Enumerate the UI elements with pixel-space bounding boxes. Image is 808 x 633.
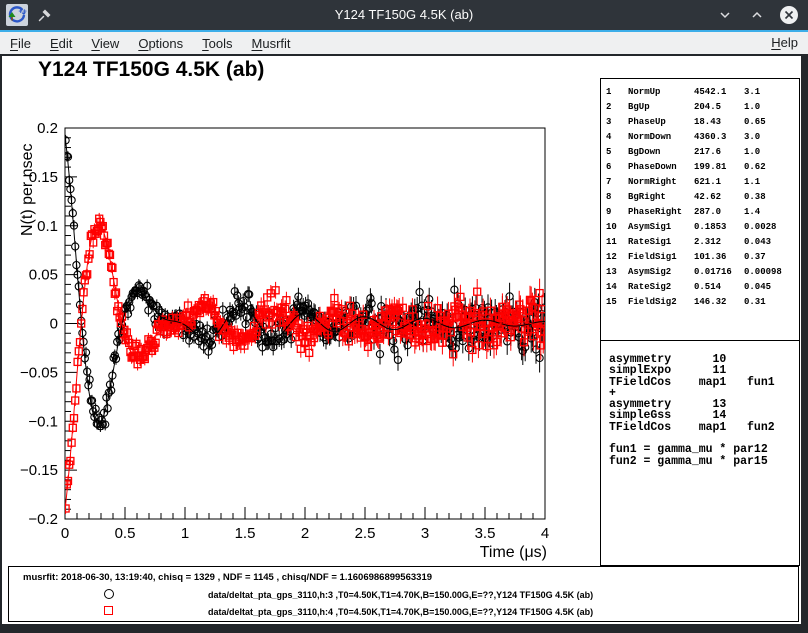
parameter-rows: 1NormUp4542.13.12BgUp204.51.03PhaseUp18.… [606,84,799,310]
param-row-FieldSig2: 15FieldSig2146.320.31 [606,295,799,310]
menu-item-edit[interactable]: Edit [50,36,72,51]
svg-text:3.5: 3.5 [475,525,496,542]
window-title: Y124 TF150G 4.5K (ab) [0,0,808,30]
menu-item-options[interactable]: Options [138,36,183,51]
musrfit-window: ++ Y124 TF150G 4.5K (ab) [0,0,808,633]
svg-text:2: 2 [301,525,309,542]
param-row-NormUp: 1NormUp4542.13.1 [606,84,799,99]
svg-text:1.5: 1.5 [235,525,256,542]
param-row-RateSig1: 11RateSig12.3120.043 [606,234,799,249]
menu-items: File Edit View Options Tools Musrfit [10,36,291,51]
menu-item-view[interactable]: View [91,36,119,51]
menu-item-file[interactable]: File [10,36,31,51]
param-row-PhaseDown: 6PhaseDown199.810.62 [606,159,799,174]
param-row-AsymSig1: 10AsymSig10.18530.0028 [606,219,799,234]
open-circle-marker-icon [104,589,114,599]
maximize-button[interactable] [746,4,768,26]
svg-text:2.5: 2.5 [355,525,376,542]
param-row-FieldSig1: 12FieldSig1101.360.37 [606,250,799,265]
theory-block: asymmetry 10 simplExpo 11 TFieldCos map1… [600,340,800,566]
svg-text:−0.1: −0.1 [28,413,58,430]
param-row-NormRight: 7NormRight621.11.1 [606,174,799,189]
theory-text: asymmetry 10 simplExpo 11 TFieldCos map1… [601,341,799,467]
minimize-button[interactable] [714,4,736,26]
menubar: File Edit View Options Tools Musrfit Help [0,32,808,54]
legend-row-1: data/deltat_pta_gps_3110,h:3 ,T0=4.50K,T… [9,589,798,601]
info-footer: musrfit: 2018-06-30, 13:19:40, chisq = 1… [8,566,799,622]
legend-row-2: data/deltat_pta_gps_3110,h:4 ,T0=4.50K,T… [9,606,798,618]
menu-item-musrfit[interactable]: Musrfit [252,36,291,51]
menu-item-help[interactable]: Help [771,32,798,54]
parameter-table: 1NormUp4542.13.12BgUp204.51.03PhaseUp18.… [600,78,800,341]
svg-text:−0.15: −0.15 [20,462,58,479]
svg-text:0.5: 0.5 [115,525,136,542]
svg-text:0: 0 [61,525,69,542]
svg-text:0: 0 [50,316,58,333]
svg-text:4: 4 [541,525,549,542]
param-row-PhaseRight: 9PhaseRight287.01.4 [606,204,799,219]
svg-text:N(t) per nsec: N(t) per nsec [19,144,36,236]
param-row-BgDown: 5BgDown217.61.0 [606,144,799,159]
legend-label: data/deltat_pta_gps_3110,h:3 ,T0=4.50K,T… [208,590,593,600]
param-row-BgUp: 2BgUp204.51.0 [606,99,799,114]
svg-text:0.2: 0.2 [37,120,58,137]
param-row-RateSig2: 14RateSig20.5140.045 [606,280,799,295]
menu-item-tools[interactable]: Tools [202,36,232,51]
svg-text:3: 3 [421,525,429,542]
param-row-BgRight: 8BgRight42.620.38 [606,189,799,204]
svg-text:−0.05: −0.05 [20,364,58,381]
open-square-marker-icon [104,606,113,615]
window-controls [714,0,800,30]
svg-text:0.1: 0.1 [37,218,58,235]
canvas-area: Y124 TF150G 4.5K (ab) 00.511.522.533.540… [2,56,801,624]
param-row-NormDown: 4NormDown4360.33.0 [606,129,799,144]
close-button[interactable] [778,4,800,26]
fit-status-line: musrfit: 2018-06-30, 13:19:40, chisq = 1… [23,572,432,583]
param-row-AsymSig2: 13AsymSig20.017160.00098 [606,265,799,280]
svg-text:Time (μs): Time (μs) [480,544,547,561]
legend-label: data/deltat_pta_gps_3110,h:4 ,T0=4.50K,T… [208,607,593,617]
param-row-PhaseUp: 3PhaseUp18.430.65 [606,114,799,129]
svg-text:−0.2: −0.2 [28,511,58,528]
musr-plot-canvas: 00.511.522.533.540.20.150.10.050−0.05−0.… [2,56,600,566]
svg-text:1: 1 [181,525,189,542]
svg-text:0.05: 0.05 [29,267,58,284]
titlebar: ++ Y124 TF150G 4.5K (ab) [0,0,808,30]
